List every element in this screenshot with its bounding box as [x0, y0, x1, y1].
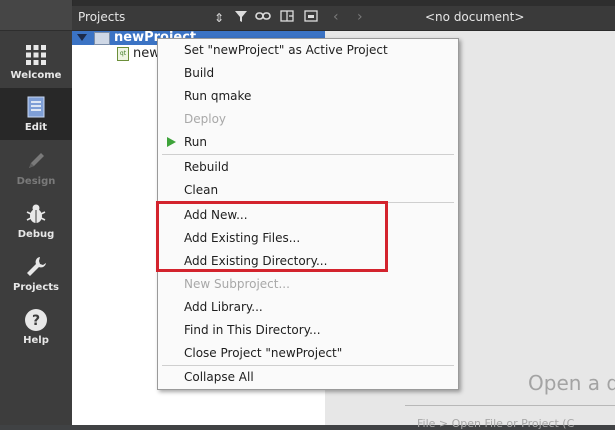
question-icon: ? [23, 307, 49, 333]
menu-item-label: Deploy [184, 112, 227, 126]
menu-item-label: Collapse All [184, 370, 254, 384]
menu-item-deploy: Deploy [158, 108, 458, 130]
panel-title: Projects [78, 10, 126, 24]
mode-edit[interactable]: Edit [0, 88, 72, 140]
menu-item-label: Close Project "newProject" [184, 346, 343, 360]
menu-item-collapse-all[interactable]: Collapse All [158, 366, 458, 388]
document-icon [23, 94, 49, 120]
sort-updown-icon[interactable]: ⇕ [210, 9, 228, 27]
menu-item-set-active-project[interactable]: Set "newProject" as Active Project [158, 39, 458, 61]
open-file-hint: File > Open File or Project (C [417, 417, 575, 430]
link-icon[interactable] [254, 9, 272, 27]
grid-icon [23, 42, 49, 68]
menu-item-find-in-directory[interactable]: Find in This Directory... [158, 319, 458, 341]
forward-arrow-icon[interactable]: › [357, 9, 363, 25]
close-panel-icon[interactable] [302, 9, 320, 27]
mode-sidebar: Welcome Edit Design Debug Projects ? Hel… [0, 0, 73, 425]
menu-item-build[interactable]: Build [158, 62, 458, 84]
pencil-icon [23, 148, 49, 174]
menu-item-label: Add Library... [184, 300, 263, 314]
menu-item-label: Set "newProject" as Active Project [184, 43, 388, 57]
mode-welcome[interactable]: Welcome [0, 36, 72, 88]
projects-panel-header: Projects ⇕ [72, 6, 325, 31]
menu-item-label: Run [184, 135, 208, 149]
mode-projects[interactable]: Projects [0, 248, 72, 300]
bug-icon [23, 201, 49, 227]
wrench-icon [23, 254, 49, 280]
filter-icon[interactable] [232, 9, 250, 27]
menu-item-clean[interactable]: Clean [158, 179, 458, 201]
tree-child-name[interactable]: new [133, 46, 160, 61]
menu-item-label: Rebuild [184, 160, 229, 174]
mode-sidebar-top [0, 0, 72, 31]
svg-text:?: ? [32, 313, 40, 329]
expand-arrow-icon[interactable] [77, 34, 87, 41]
menu-item-label: Find in This Directory... [184, 323, 321, 337]
editor-header: ‹ › <no document> [325, 6, 615, 31]
qt-project-file-icon: qt [117, 47, 129, 61]
back-arrow-icon[interactable]: ‹ [333, 9, 339, 25]
menu-item-run-qmake[interactable]: Run qmake [158, 85, 458, 107]
play-icon [167, 137, 176, 147]
document-label[interactable]: <no document> [425, 10, 524, 24]
menu-item-label: Clean [184, 183, 219, 197]
mode-label: Projects [12, 282, 59, 293]
menu-item-run[interactable]: Run [158, 131, 458, 153]
split-icon[interactable] [278, 9, 296, 27]
mode-label: Edit [24, 122, 48, 133]
mode-label: Help [23, 335, 49, 346]
open-document-text: Open a d [528, 371, 615, 395]
mode-debug[interactable]: Debug [0, 195, 72, 247]
menu-item-close-project[interactable]: Close Project "newProject" [158, 342, 458, 364]
highlight-box [156, 201, 388, 272]
mode-label: Design [16, 176, 56, 187]
menu-item-label: Run qmake [184, 89, 252, 103]
menu-item-add-library[interactable]: Add Library... [158, 296, 458, 318]
menu-item-label: Build [184, 66, 215, 80]
divider [405, 405, 615, 406]
mode-label: Debug [17, 229, 55, 240]
mode-help[interactable]: ? Help [0, 301, 72, 353]
mode-label: Welcome [10, 70, 62, 81]
project-folder-icon [94, 32, 110, 45]
menu-separator [162, 154, 454, 155]
menu-item-rebuild[interactable]: Rebuild [158, 156, 458, 178]
menu-item-label: New Subproject... [184, 277, 290, 291]
menu-item-new-subproject: New Subproject... [158, 273, 458, 295]
mode-design: Design [0, 142, 72, 194]
